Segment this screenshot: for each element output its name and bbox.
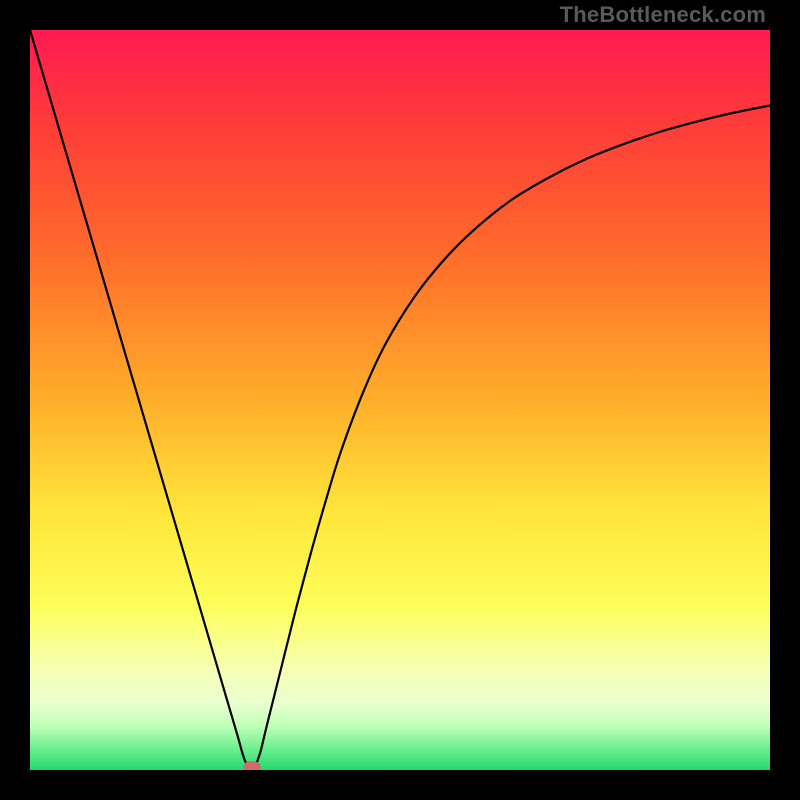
bottleneck-curve — [30, 30, 770, 770]
chart-frame: TheBottleneck.com — [0, 0, 800, 800]
curve-layer — [30, 30, 770, 770]
watermark-text: TheBottleneck.com — [560, 2, 766, 28]
plot-area — [30, 30, 770, 770]
minimum-marker — [244, 761, 261, 770]
